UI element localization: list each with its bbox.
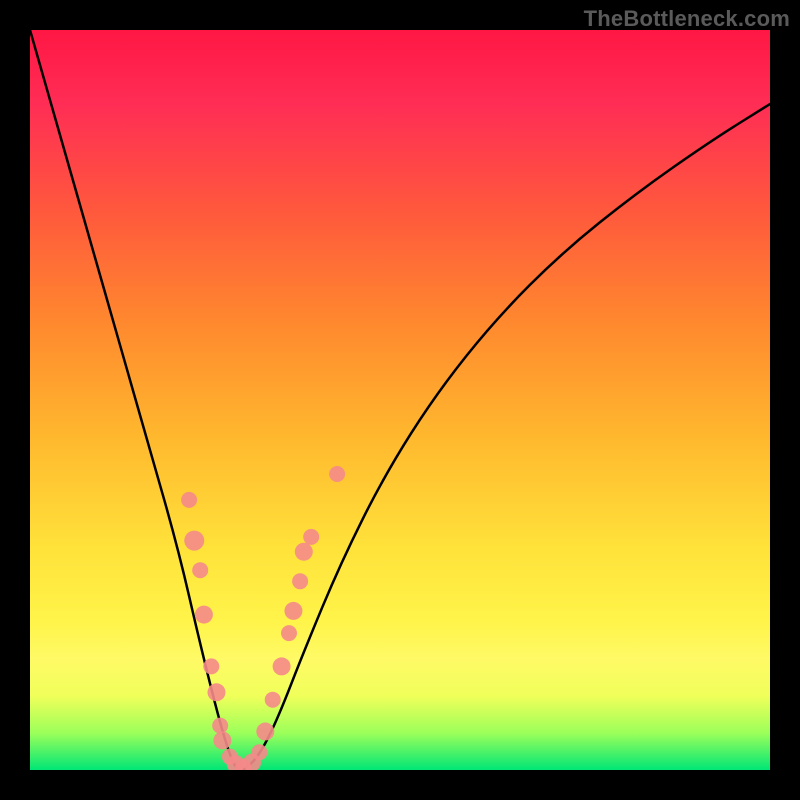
chart-svg — [30, 30, 770, 770]
data-point — [303, 529, 319, 545]
data-point — [292, 573, 308, 589]
watermark-text: TheBottleneck.com — [584, 6, 790, 32]
chart-frame: TheBottleneck.com — [0, 0, 800, 800]
data-point — [273, 657, 291, 675]
data-point — [256, 723, 274, 741]
data-point — [203, 658, 219, 674]
data-point — [284, 602, 302, 620]
data-point — [251, 744, 267, 760]
data-point — [329, 466, 345, 482]
bottleneck-curve — [30, 30, 770, 770]
data-point — [212, 718, 228, 734]
data-point — [181, 492, 197, 508]
data-point — [213, 731, 231, 749]
data-point — [184, 531, 204, 551]
plot-area — [30, 30, 770, 770]
data-point — [192, 562, 208, 578]
data-point — [265, 692, 281, 708]
data-point — [207, 683, 225, 701]
data-point — [195, 606, 213, 624]
data-point — [295, 543, 313, 561]
data-point — [281, 625, 297, 641]
